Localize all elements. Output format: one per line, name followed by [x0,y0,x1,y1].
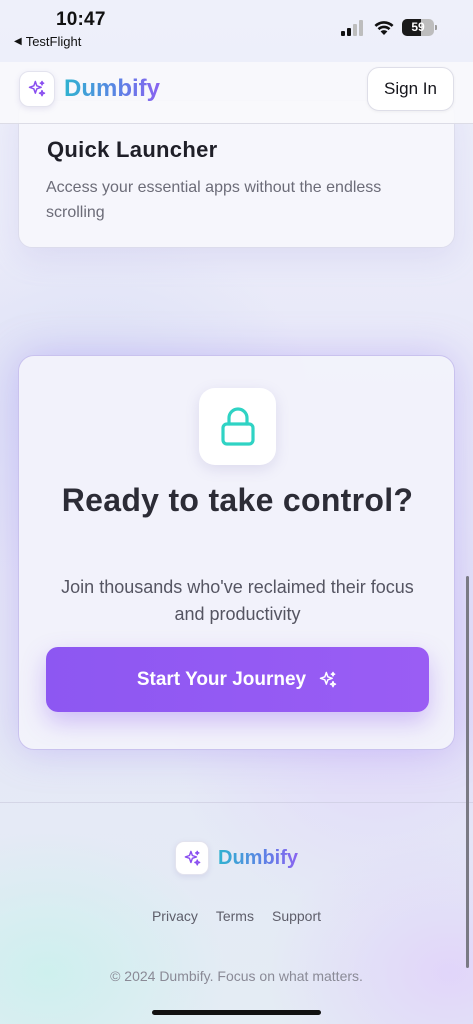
cta-card: Ready to take control? Join thousands wh… [18,355,455,750]
footer-link-support[interactable]: Support [272,908,321,924]
battery-percent: 59 [411,20,425,34]
back-arrow-icon: ◀ [14,36,22,47]
home-indicator[interactable] [152,1010,321,1015]
logo[interactable] [19,71,55,107]
cta-subtitle: Join thousands who've reclaimed their fo… [61,577,414,624]
footer-link-privacy[interactable]: Privacy [152,908,198,924]
footer-logo[interactable] [175,841,209,875]
back-app-label: TestFlight [25,34,82,49]
lock-icon [220,406,255,446]
footer-links: Privacy Terms Support [0,908,473,924]
feature-title: Quick Launcher [47,137,218,162]
scrollbar[interactable] [466,576,469,968]
footer-link-terms[interactable]: Terms [216,908,254,924]
lock-tile [199,388,276,465]
sparkles-icon [319,671,337,687]
sparkles-icon [28,80,46,97]
start-your-journey-button[interactable]: Start Your Journey [46,647,429,712]
back-to-testflight-link[interactable]: ◀ TestFlight [14,34,81,49]
cta-title: Ready to take control? [61,482,414,518]
cellular-signal-icon [341,20,365,36]
footer-brand-name[interactable]: Dumbify [218,847,298,870]
status-bar: 10:47 ◀ TestFlight 59 [0,0,473,62]
sign-in-button[interactable]: Sign In [367,67,454,111]
brand-name[interactable]: Dumbify [64,75,160,103]
footer-divider [0,802,473,803]
feature-description: Access your essential apps without the e… [46,179,382,221]
battery-icon: 59 [402,19,437,36]
wifi-icon [374,21,394,35]
sparkles-icon [184,850,200,866]
cta-button-label: Start Your Journey [136,668,307,690]
app-header: Dumbify Sign In [0,62,473,124]
copyright-text: © 2024 Dumbify. Focus on what matters. [110,968,363,984]
status-time: 10:47 [56,9,106,30]
